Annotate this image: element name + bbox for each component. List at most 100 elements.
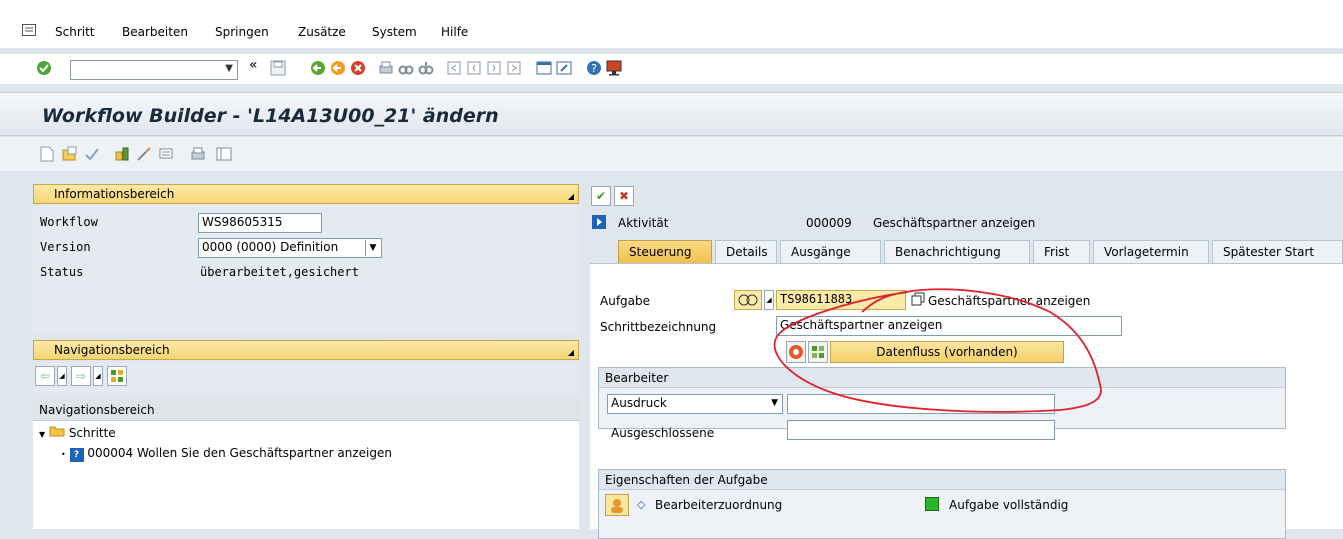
nav-area-header[interactable]: Navigationsbereich ◢ bbox=[33, 340, 579, 360]
command-field[interactable]: ▼ bbox=[70, 60, 238, 80]
cancel-icon[interactable] bbox=[350, 60, 366, 76]
workflow-label: Workflow bbox=[40, 215, 98, 229]
chevron-down-icon[interactable]: ◢ bbox=[93, 366, 103, 386]
step-text: Wollen Sie den Geschäftspartner anzeigen bbox=[137, 446, 392, 460]
menu-bearbeiten[interactable]: Bearbeiten bbox=[122, 25, 188, 39]
standard-toolbar: ▼ « ? bbox=[0, 54, 1343, 84]
tab-benachrichtigung[interactable]: Benachrichtigung bbox=[884, 240, 1030, 264]
activity-type-icon bbox=[592, 215, 606, 232]
back-icon[interactable] bbox=[310, 60, 326, 76]
task-field[interactable]: TS98611883 bbox=[776, 290, 906, 310]
version-select[interactable]: 0000 (0000) Definition ▼ bbox=[198, 238, 382, 258]
pane-splitter[interactable] bbox=[580, 172, 588, 529]
version-label: Version bbox=[40, 240, 91, 254]
step-title: Geschäftspartner anzeigen bbox=[873, 216, 1036, 230]
page-title: Workflow Builder - 'L14A13U00_21' ändern bbox=[42, 105, 499, 127]
test-icon[interactable] bbox=[136, 146, 152, 162]
info-area-header[interactable]: Informationsbereich ◢ bbox=[33, 184, 579, 204]
tab-frist[interactable]: Frist bbox=[1033, 240, 1090, 264]
tree-node-step[interactable]: • ? 000004 Wollen Sie den Geschäftspartn… bbox=[61, 446, 392, 462]
next-page-icon[interactable] bbox=[486, 60, 502, 76]
exit-icon[interactable] bbox=[330, 60, 346, 76]
layout-icon[interactable] bbox=[216, 146, 232, 162]
status-label: Status bbox=[40, 265, 84, 279]
save-icon[interactable] bbox=[270, 60, 286, 76]
check-icon[interactable] bbox=[84, 146, 100, 162]
menu-icon[interactable] bbox=[22, 24, 36, 39]
find-next-icon[interactable] bbox=[418, 60, 434, 76]
back-double-icon[interactable]: « bbox=[249, 57, 265, 73]
tab-ausgaenge[interactable]: Ausgänge bbox=[780, 240, 881, 264]
status-value: überarbeitet,gesichert bbox=[200, 265, 359, 279]
shortcut-icon[interactable] bbox=[556, 60, 572, 76]
tab-details[interactable]: Details bbox=[715, 240, 777, 264]
menu-hilfe[interactable]: Hilfe bbox=[441, 25, 468, 39]
chevron-down-icon[interactable]: ▼ bbox=[365, 240, 380, 256]
new-session-icon[interactable] bbox=[536, 60, 552, 76]
step-number: 000009 bbox=[806, 216, 852, 230]
menu-system[interactable]: System bbox=[372, 25, 417, 39]
copy-icon[interactable] bbox=[911, 292, 925, 309]
activate-icon[interactable] bbox=[114, 146, 130, 162]
tree-node-root[interactable]: ▼ Schritte bbox=[39, 425, 116, 440]
enter-icon[interactable] bbox=[36, 60, 52, 76]
chevron-down-icon[interactable]: ▼ bbox=[225, 63, 233, 74]
new-document-icon[interactable] bbox=[40, 146, 56, 162]
menu-schritt[interactable]: Schritt bbox=[55, 25, 95, 39]
collapse-icon[interactable]: ◢ bbox=[568, 348, 574, 357]
tab-steuerung[interactable]: Steuerung bbox=[618, 240, 712, 264]
chevron-down-icon[interactable]: ◢ bbox=[764, 290, 774, 310]
tree-root-label: Schritte bbox=[68, 426, 116, 440]
nav-tree: Navigationsbereich ▼ Schritte • ? 000004… bbox=[33, 399, 579, 529]
nav-forward-icon[interactable]: ⇨ bbox=[71, 366, 91, 386]
overview-icon[interactable] bbox=[107, 366, 127, 386]
stepname-field[interactable]: Geschäftspartner anzeigen bbox=[776, 316, 1122, 336]
excluded-field[interactable] bbox=[787, 420, 1055, 440]
chevron-down-icon[interactable]: ◢ bbox=[57, 366, 67, 386]
nav-tree-header: Navigationsbereich bbox=[33, 399, 579, 421]
excluded-label: Ausgeschlossene bbox=[611, 426, 715, 440]
chevron-down-icon[interactable]: ▼ bbox=[771, 398, 778, 408]
find-icon[interactable] bbox=[398, 60, 414, 76]
expand-icon[interactable]: ▼ bbox=[39, 430, 45, 439]
menu-bar: Schritt Bearbeiten Springen Zusätze Syst… bbox=[0, 0, 1343, 48]
open-icon[interactable] bbox=[62, 146, 78, 162]
customize-icon[interactable] bbox=[606, 60, 622, 76]
agents-group-title: Bearbeiter bbox=[599, 368, 1285, 388]
close-icon[interactable]: ✖ bbox=[614, 186, 634, 206]
container-icon[interactable] bbox=[808, 341, 828, 363]
first-page-icon[interactable] bbox=[446, 60, 462, 76]
print-icon[interactable] bbox=[378, 60, 394, 76]
tab-vorlagetermin[interactable]: Vorlagetermin bbox=[1093, 240, 1209, 264]
workflow-field[interactable]: WS98605315 bbox=[198, 213, 322, 233]
collapse-icon[interactable]: ◢ bbox=[568, 192, 574, 201]
nav-back-icon[interactable]: ⇦ bbox=[35, 366, 55, 386]
activity-label: Aktivität bbox=[618, 216, 669, 230]
expression-select-value: Ausdruck bbox=[611, 396, 667, 410]
confirm-icon[interactable]: ✔ bbox=[591, 186, 611, 206]
menu-zusaetze[interactable]: Zusätze bbox=[298, 25, 346, 39]
application-toolbar bbox=[0, 137, 1343, 171]
tab-spaetester-start[interactable]: Spätester Start bbox=[1212, 240, 1343, 264]
dataflow-button[interactable]: Datenfluss (vorhanden) bbox=[830, 341, 1064, 363]
dataflow-target-icon[interactable] bbox=[786, 341, 806, 363]
agent-assignment-label[interactable]: Bearbeiterzuordnung bbox=[655, 498, 782, 512]
diamond-icon: ◇ bbox=[637, 498, 646, 511]
svg-text:?: ? bbox=[591, 62, 597, 75]
menu-springen[interactable]: Springen bbox=[215, 25, 269, 39]
expression-field[interactable] bbox=[787, 394, 1055, 414]
agent-assignment-icon[interactable] bbox=[605, 494, 629, 516]
step-id: 000004 bbox=[87, 446, 134, 460]
print-icon[interactable] bbox=[190, 146, 206, 162]
expression-select[interactable]: Ausdruck ▼ bbox=[607, 394, 783, 414]
task-description: Geschäftspartner anzeigen bbox=[928, 294, 1091, 308]
last-page-icon[interactable] bbox=[506, 60, 522, 76]
nav-area-title: Navigationsbereich bbox=[54, 343, 170, 357]
graphic-icon[interactable] bbox=[158, 146, 174, 162]
prev-page-icon[interactable] bbox=[466, 60, 482, 76]
status-green-icon bbox=[925, 497, 939, 511]
version-value: 0000 (0000) Definition bbox=[202, 240, 339, 254]
task-type-icon[interactable] bbox=[734, 290, 762, 310]
nav-toolbar: ⇦ ◢ ⇨ ◢ bbox=[33, 363, 579, 393]
help-icon[interactable]: ? bbox=[586, 60, 602, 76]
